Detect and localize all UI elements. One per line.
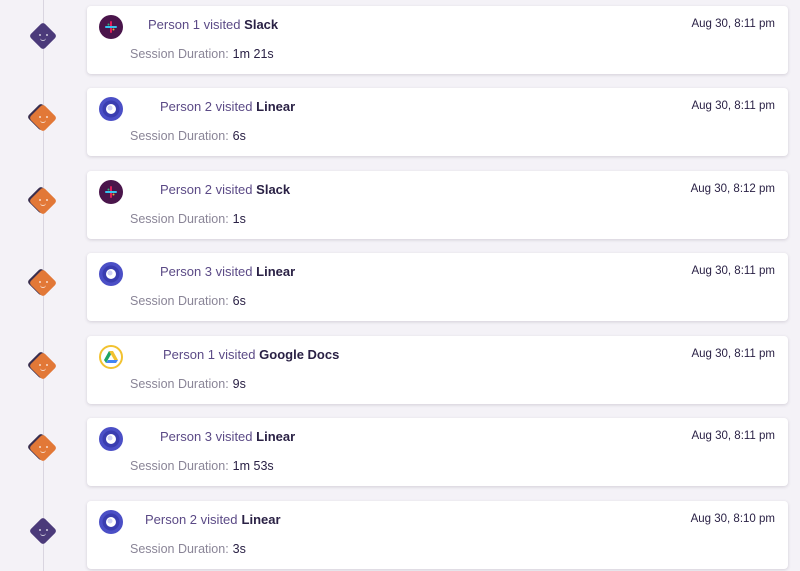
- app-name[interactable]: Linear: [256, 429, 295, 444]
- user-avatar-marker[interactable]: [26, 267, 58, 298]
- app-name[interactable]: Linear: [256, 264, 295, 279]
- session-duration-label: Session Duration:: [130, 459, 229, 473]
- person-name[interactable]: Person 3: [160, 429, 212, 444]
- activity-verb: visited: [215, 99, 253, 114]
- activity-card[interactable]: Person 2 visited Linear Aug 30, 8:10 pm S…: [87, 501, 788, 569]
- activity-headline: Person 3 visited Linear: [160, 264, 295, 279]
- activity-row: Person 2 visited Linear Aug 30, 8:11 pm …: [0, 88, 800, 158]
- activity-card[interactable]: Person 2 visited Linear Aug 30, 8:11 pm …: [87, 88, 788, 156]
- person-name[interactable]: Person 2: [160, 182, 212, 197]
- activity-headline: Person 2 visited Linear: [145, 512, 281, 527]
- session-duration-label: Session Duration:: [130, 377, 229, 391]
- session-duration: Session Duration: 6s: [130, 294, 246, 308]
- session-duration-label: Session Duration:: [130, 542, 229, 556]
- user-avatar-marker[interactable]: [26, 102, 58, 133]
- activity-card[interactable]: Person 2 visited Slack Aug 30, 8:12 pm S…: [87, 171, 788, 239]
- activity-row: Person 1 visited Google Docs Aug 30, 8:1…: [0, 336, 800, 406]
- activity-timestamp: Aug 30, 8:11 pm: [691, 265, 775, 277]
- face-icon: [30, 270, 56, 296]
- person-name[interactable]: Person 1: [163, 347, 215, 362]
- activity-card[interactable]: Person 3 visited Linear Aug 30, 8:11 pm …: [87, 253, 788, 321]
- session-duration-value: 9s: [232, 377, 246, 391]
- app-name[interactable]: Linear: [242, 512, 281, 527]
- activity-row: Person 2 visited Linear Aug 30, 8:10 pm S…: [0, 501, 800, 571]
- user-avatar-marker[interactable]: [28, 21, 58, 51]
- user-avatar-marker[interactable]: [26, 350, 58, 381]
- activity-row: Person 2 visited Slack Aug 30, 8:12 pm S…: [0, 171, 800, 241]
- activity-timestamp: Aug 30, 8:12 pm: [690, 183, 775, 195]
- activity-timestamp: Aug 30, 8:11 pm: [691, 100, 775, 112]
- activity-timestamp: Aug 30, 8:11 pm: [691, 430, 775, 442]
- session-duration: Session Duration: 1s: [130, 212, 246, 226]
- activity-headline: Person 2 visited Linear: [160, 99, 295, 114]
- activity-headline: Person 2 visited Slack: [160, 182, 290, 197]
- user-avatar-marker[interactable]: [28, 516, 58, 546]
- session-duration: Session Duration: 3s: [130, 542, 246, 556]
- activity-headline: Person 3 visited Linear: [160, 429, 295, 444]
- person-name[interactable]: Person 2: [160, 99, 212, 114]
- session-duration: Session Duration: 9s: [130, 377, 246, 391]
- slack-icon: [99, 15, 123, 39]
- activity-card[interactable]: Person 1 visited Slack Aug 30, 8:11 pm S…: [87, 6, 788, 74]
- linear-icon: [99, 97, 123, 121]
- activity-timestamp: Aug 30, 8:11 pm: [691, 348, 775, 360]
- session-duration-label: Session Duration:: [130, 294, 229, 308]
- session-duration-value: 1m 53s: [232, 459, 274, 473]
- session-duration: Session Duration: 6s: [130, 129, 246, 143]
- activity-row: Person 1 visited Slack Aug 30, 8:11 pm S…: [0, 6, 800, 76]
- person-name[interactable]: Person 2: [145, 512, 197, 527]
- user-avatar-marker[interactable]: [26, 185, 58, 216]
- activity-timestamp: Aug 30, 8:10 pm: [690, 513, 775, 525]
- app-name[interactable]: Slack: [256, 182, 290, 197]
- session-duration-value: 3s: [232, 542, 246, 556]
- person-name[interactable]: Person 3: [160, 264, 212, 279]
- activity-row: Person 3 visited Linear Aug 30, 8:11 pm …: [0, 418, 800, 488]
- activity-verb: visited: [215, 429, 253, 444]
- activity-card[interactable]: Person 1 visited Google Docs Aug 30, 8:1…: [87, 336, 788, 404]
- face-icon: [30, 435, 56, 461]
- linear-icon: [99, 510, 123, 534]
- activity-feed: Person 1 visited Slack Aug 30, 8:11 pm S…: [0, 0, 800, 571]
- session-duration: Session Duration: 1m 21s: [130, 47, 274, 61]
- google-drive-icon: [99, 345, 123, 369]
- face-icon: [30, 105, 56, 131]
- activity-timestamp: Aug 30, 8:11 pm: [691, 18, 775, 30]
- app-name[interactable]: Linear: [256, 99, 295, 114]
- session-duration-value: 6s: [232, 129, 246, 143]
- activity-verb: visited: [218, 347, 256, 362]
- activity-headline: Person 1 visited Slack: [148, 17, 278, 32]
- person-name[interactable]: Person 1: [148, 17, 200, 32]
- session-duration-value: 1s: [232, 212, 246, 226]
- face-icon: [30, 353, 56, 379]
- session-duration-value: 6s: [232, 294, 246, 308]
- activity-verb: visited: [215, 264, 253, 279]
- user-avatar-marker[interactable]: [26, 432, 58, 463]
- linear-icon: [99, 262, 123, 286]
- face-icon: [30, 23, 56, 49]
- app-name[interactable]: Slack: [244, 17, 278, 32]
- session-duration-label: Session Duration:: [130, 129, 229, 143]
- activity-headline: Person 1 visited Google Docs: [163, 347, 339, 362]
- app-name[interactable]: Google Docs: [259, 347, 339, 362]
- activity-verb: visited: [215, 182, 253, 197]
- face-icon: [30, 518, 56, 544]
- face-icon: [30, 188, 56, 214]
- session-duration: Session Duration: 1m 53s: [130, 459, 274, 473]
- session-duration-label: Session Duration:: [130, 212, 229, 226]
- activity-row: Person 3 visited Linear Aug 30, 8:11 pm …: [0, 253, 800, 323]
- slack-icon: [99, 180, 123, 204]
- activity-verb: visited: [203, 17, 241, 32]
- activity-card[interactable]: Person 3 visited Linear Aug 30, 8:11 pm …: [87, 418, 788, 486]
- linear-icon: [99, 427, 123, 451]
- session-duration-label: Session Duration:: [130, 47, 229, 61]
- activity-verb: visited: [200, 512, 238, 527]
- session-duration-value: 1m 21s: [232, 47, 274, 61]
